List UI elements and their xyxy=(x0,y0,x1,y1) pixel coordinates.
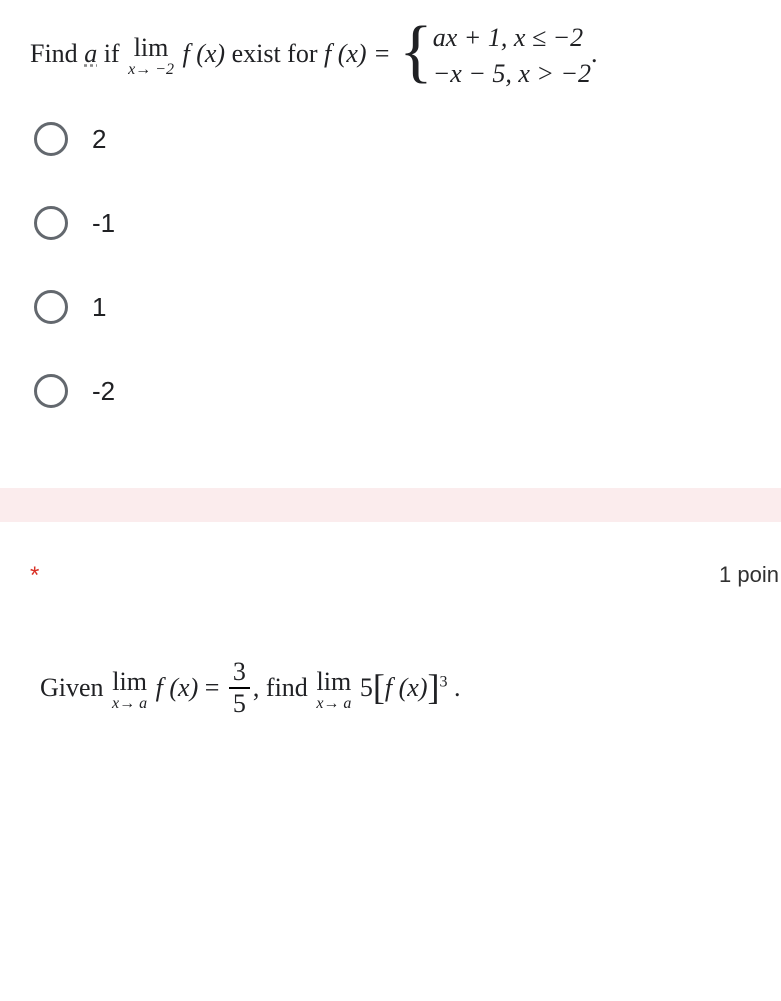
q1-mid1: if xyxy=(97,39,126,68)
q1-eq: f (x) = xyxy=(324,39,397,68)
options-list: 2 -1 1 -2 xyxy=(34,122,751,408)
frac-den: 5 xyxy=(229,690,250,718)
lim-sub: x→ a xyxy=(316,696,351,712)
question-2-header: * 1 poin xyxy=(0,522,781,590)
piecewise-cases: ax + 1, x ≤ −2 −x − 5, x > −2 xyxy=(433,20,591,92)
q1-exist: exist for xyxy=(225,39,324,68)
q1-prefix: Find xyxy=(30,39,84,68)
question-1-text: Find a if limx→ −2 f (x) exist for f (x)… xyxy=(30,20,751,92)
left-bracket-icon: [ xyxy=(373,667,385,707)
cube-sup: 3 xyxy=(440,673,448,690)
lim-label: lim xyxy=(128,34,174,62)
option-4-label: -2 xyxy=(92,376,115,407)
q1-fx1: f (x) xyxy=(182,39,225,68)
q1-a: a xyxy=(84,39,97,68)
question-1: Find a if limx→ −2 f (x) exist for f (x)… xyxy=(0,0,781,478)
lim-label: lim xyxy=(316,668,351,696)
frac-num: 3 xyxy=(229,658,250,686)
limit-expr-2b: limx→ a xyxy=(316,668,351,712)
q2-comma: , find xyxy=(253,673,314,702)
option-2[interactable]: -1 xyxy=(34,206,751,240)
q2-eq: = xyxy=(198,673,226,702)
radio-icon[interactable] xyxy=(34,206,68,240)
option-3-label: 1 xyxy=(92,292,106,323)
question-2-text: Given limx→ a f (x) = 35, find limx→ a 5… xyxy=(0,590,781,720)
lim-sub: x→ −2 xyxy=(128,62,174,78)
radio-icon[interactable] xyxy=(34,122,68,156)
q2-period: . xyxy=(448,673,461,702)
q2-five: 5 xyxy=(360,673,373,702)
case-1: ax + 1, x ≤ −2 xyxy=(433,23,583,52)
required-asterisk: * xyxy=(30,562,39,590)
q1-period: . xyxy=(591,39,598,68)
radio-icon[interactable] xyxy=(34,290,68,324)
radio-icon[interactable] xyxy=(34,374,68,408)
option-2-label: -1 xyxy=(92,208,115,239)
lim-label: lim xyxy=(112,668,147,696)
q2-fx2: f (x) xyxy=(385,673,428,702)
option-1-label: 2 xyxy=(92,124,106,155)
right-bracket-icon: ] xyxy=(428,667,440,707)
highlight-bar xyxy=(0,488,781,522)
q2-fx1: f (x) xyxy=(156,673,199,702)
option-1[interactable]: 2 xyxy=(34,122,751,156)
brace-icon: { xyxy=(399,17,433,87)
limit-expr-1: limx→ −2 xyxy=(128,34,174,78)
fraction-3-5: 35 xyxy=(229,658,250,718)
case-2: −x − 5, x > −2 xyxy=(433,59,591,88)
lim-sub: x→ a xyxy=(112,696,147,712)
q2-given: Given xyxy=(40,673,110,702)
option-3[interactable]: 1 xyxy=(34,290,751,324)
limit-expr-2a: limx→ a xyxy=(112,668,147,712)
points-label: 1 poin xyxy=(719,562,781,588)
option-4[interactable]: -2 xyxy=(34,374,751,408)
